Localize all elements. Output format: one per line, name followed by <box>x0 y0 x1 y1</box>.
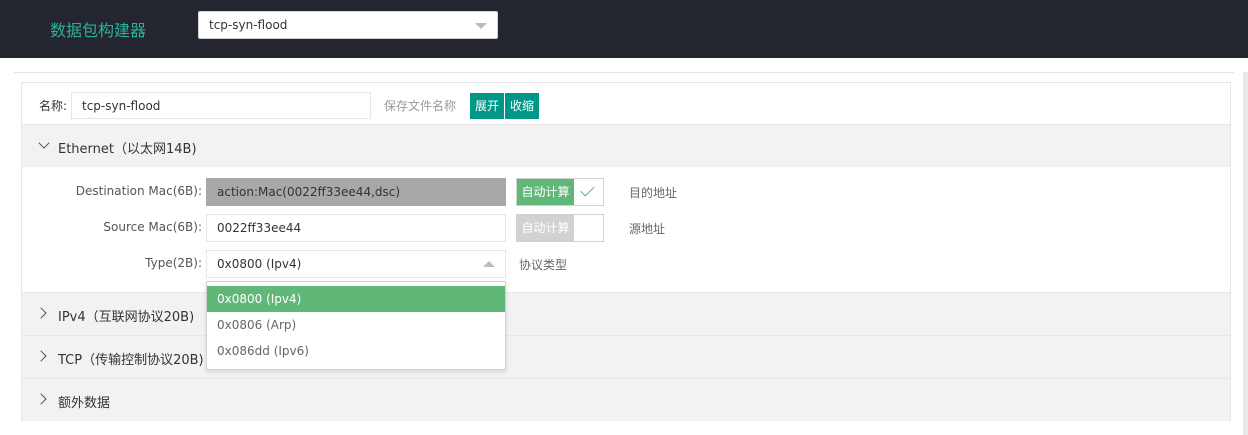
top-bar: 数据包构建器 tcp-syn-flood <box>0 0 1248 58</box>
src-mac-input[interactable]: 0022ff33ee44 <box>206 214 506 242</box>
chevron-down-icon <box>38 137 50 149</box>
vertical-scrollbar[interactable] <box>1243 72 1248 435</box>
type-select-value: 0x0800 (Ipv4) <box>217 257 302 271</box>
check-box <box>574 215 603 241</box>
section-extra-header[interactable]: 额外数据 <box>22 378 1230 421</box>
template-select[interactable]: tcp-syn-flood <box>198 11 498 39</box>
section-tcp-header[interactable]: TCP（传输控制协议20B) <box>22 335 1230 378</box>
name-row: 名称: 保存文件名称 展开 收缩 <box>22 83 1230 125</box>
type-option[interactable]: 0x0800 (Ipv4) <box>207 286 505 312</box>
section-ethernet-title: Ethernet（以太网14B) <box>58 142 197 157</box>
src-mac-auto-label: 自动计算 <box>517 215 574 241</box>
caret-down-icon <box>475 23 487 29</box>
section-ethernet-header[interactable]: Ethernet（以太网14B) <box>22 124 1230 167</box>
chevron-right-icon <box>35 350 47 362</box>
template-select-value: tcp-syn-flood <box>209 18 288 32</box>
type-select[interactable]: 0x0800 (Ipv4) <box>206 250 506 278</box>
app-title: 数据包构建器 <box>50 21 147 40</box>
chevron-right-icon <box>35 307 47 319</box>
check-icon <box>580 182 595 197</box>
section-ipv4-header[interactable]: IPv4（互联网协议20B) <box>22 292 1230 335</box>
dest-mac-hint: 目的地址 <box>629 186 678 200</box>
src-mac-label: Source Mac(6B): <box>103 220 202 234</box>
section-ipv4-title: IPv4（互联网协议20B) <box>58 310 195 325</box>
type-hint: 协议类型 <box>519 258 568 272</box>
type-option[interactable]: 0x086dd (Ipv6) <box>207 338 505 364</box>
src-mac-auto-toggle[interactable]: 自动计算 <box>516 214 604 242</box>
expand-button[interactable]: 展开 <box>470 93 505 119</box>
dest-mac-input[interactable]: action:Mac(0022ff33ee44,dsc) <box>206 178 506 206</box>
expand-collapse-group: 展开 收缩 <box>470 93 540 119</box>
type-dropdown: 0x0800 (Ipv4) 0x0806 (Arp) 0x086dd (Ipv6… <box>206 281 506 370</box>
section-ethernet-body: Destination Mac(6B): action:Mac(0022ff33… <box>22 167 1230 292</box>
chevron-right-icon <box>35 393 47 405</box>
check-box <box>574 179 603 205</box>
packet-form-panel: 名称: 保存文件名称 展开 收缩 Ethernet（以太网14B) Destin… <box>21 82 1231 421</box>
name-hint: 保存文件名称 <box>384 99 457 113</box>
type-option[interactable]: 0x0806 (Arp) <box>207 312 505 338</box>
type-label: Type(2B): <box>145 256 202 270</box>
src-mac-hint: 源地址 <box>629 222 666 236</box>
section-extra-title: 额外数据 <box>58 396 111 411</box>
collapse-button[interactable]: 收缩 <box>504 93 540 119</box>
caret-up-icon <box>483 261 495 267</box>
section-tcp-title: TCP（传输控制协议20B) <box>58 353 204 368</box>
divider <box>14 72 1234 73</box>
dest-mac-auto-label: 自动计算 <box>517 179 574 205</box>
dest-mac-auto-toggle[interactable]: 自动计算 <box>516 178 604 206</box>
name-input[interactable] <box>71 92 371 119</box>
name-label: 名称: <box>39 99 68 113</box>
dest-mac-label: Destination Mac(6B): <box>75 184 202 198</box>
